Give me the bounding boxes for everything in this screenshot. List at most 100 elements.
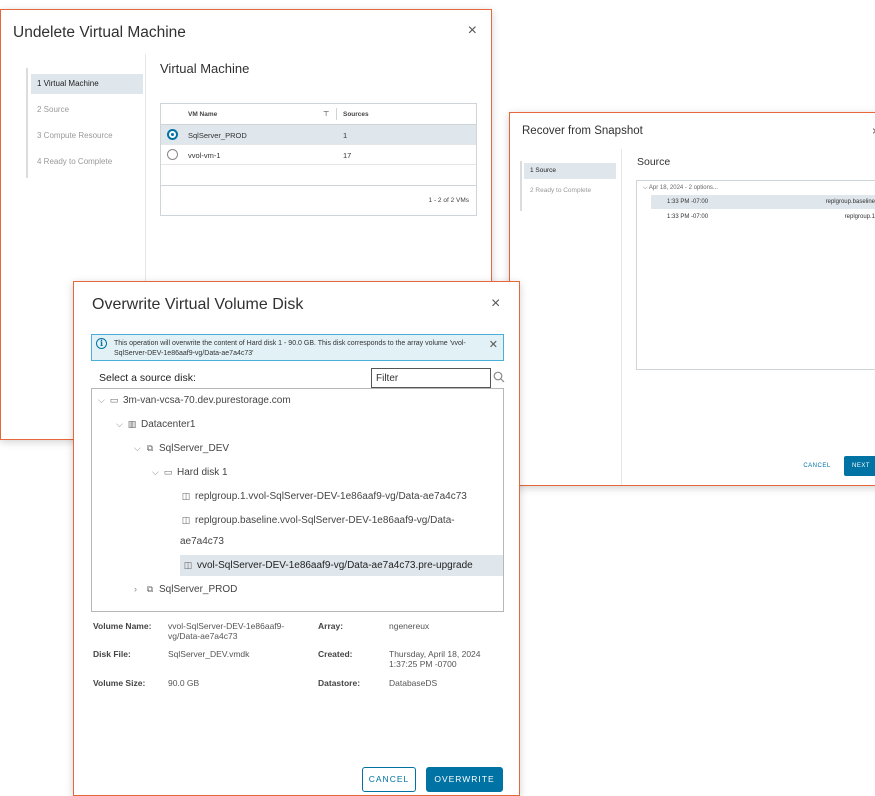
close-icon[interactable]: × xyxy=(468,23,477,39)
tree-node-vm-prod[interactable]: › ⧉ SqlServer_PROD xyxy=(134,580,237,598)
snapshot-group-name: replgroup.1 xyxy=(844,214,875,220)
volume-size-value: 90.0 GB xyxy=(168,678,200,688)
step-ready-to-complete[interactable]: 4 Ready to Complete xyxy=(31,152,143,172)
overwrite-button[interactable]: OVERWRITE xyxy=(426,767,503,792)
chevron-right-icon[interactable]: › xyxy=(134,580,144,598)
snapshot-icon: ◫ xyxy=(181,491,191,501)
snapshot-label: vvol-SqlServer-DEV-1e86aaf9-vg/Data-ae7a… xyxy=(197,560,473,571)
page-heading: Virtual Machine xyxy=(160,61,250,76)
tree-node-datacenter[interactable]: ⌵ ▥ Datacenter1 xyxy=(116,415,195,433)
volume-name-line: vvol-SqlServer-DEV-1e86aaf9- xyxy=(168,621,285,631)
snapshot-row[interactable]: 1:33 PM -07:00 replgroup.1 xyxy=(651,210,875,224)
step-ready-to-complete[interactable]: 2 Ready to Complete xyxy=(524,183,616,199)
volume-name-line: vg/Data-ae7a4c73 xyxy=(168,631,238,641)
chevron-down-icon[interactable]: ⌵ xyxy=(152,463,162,481)
step-source[interactable]: 2 Source xyxy=(31,100,143,120)
snapshot-label: replgroup.1.vvol-SqlServer-DEV-1e86aaf9-… xyxy=(195,491,467,502)
snapshot-row[interactable]: 1:33 PM -07:00 replgroup.baseline xyxy=(651,195,875,209)
alert-close-icon[interactable]: ✕ xyxy=(489,338,498,351)
row-radio[interactable] xyxy=(167,149,178,160)
created-label: Created: xyxy=(318,649,353,659)
array-value: ngenereux xyxy=(389,621,430,631)
chevron-down-icon[interactable]: ⌵ xyxy=(134,439,144,457)
filter-input[interactable] xyxy=(371,368,491,388)
datastore-label: Datastore: xyxy=(318,678,361,688)
datastore-value: DatabaseDS xyxy=(389,678,438,688)
recover-snapshot-dialog: Recover from Snapshot × 1 Source 2 Ready… xyxy=(509,112,875,486)
datacenter-icon: ▥ xyxy=(127,419,137,429)
snapshot-time: 1:33 PM -07:00 xyxy=(667,214,709,220)
info-message: This operation will overwrite the conten… xyxy=(114,340,466,357)
filter-icon[interactable]: ⊤ xyxy=(323,110,329,118)
grid-footer: 1 - 2 of 2 VMs xyxy=(161,185,476,216)
sources-cell: 17 xyxy=(343,151,352,160)
array-label: Array: xyxy=(318,621,344,631)
table-row[interactable]: vvol-vm-1 17 xyxy=(161,145,476,165)
snapshot-group[interactable]: ⌵ Apr 18, 2024 - 2 options... xyxy=(643,185,718,192)
dialog-title: Overwrite Virtual Volume Disk xyxy=(92,296,304,313)
chevron-down-icon[interactable]: ⌵ xyxy=(98,391,108,409)
step-virtual-machine[interactable]: 1 Virtual Machine xyxy=(31,74,143,94)
disk-file-value: SqlServer_DEV.vmdk xyxy=(168,649,250,659)
created-line: 1:37:25 PM -0700 xyxy=(389,659,457,669)
row-radio-selected[interactable] xyxy=(167,129,178,140)
snapshot-label: replgroup.baseline.vvol-SqlServer-DEV-1e… xyxy=(195,515,455,526)
snapshot-icon: ◫ xyxy=(181,515,191,525)
step-compute-resource[interactable]: 3 Compute Resource xyxy=(31,126,143,146)
vm-name-cell: vvol-vm-1 xyxy=(188,151,221,160)
snapshot-group-name: replgroup.baseline xyxy=(825,199,875,205)
hard-disk-icon: ▭ xyxy=(163,467,173,477)
page-heading: Source xyxy=(637,156,671,168)
cancel-button[interactable]: CANCEL xyxy=(800,456,834,476)
dialog-title: Recover from Snapshot xyxy=(522,125,643,137)
snapshot-tree: ⌵ Apr 18, 2024 - 2 options... 1:33 PM -0… xyxy=(636,180,875,370)
overwrite-vvol-disk-dialog: Overwrite Virtual Volume Disk × i This o… xyxy=(73,281,520,796)
tree-node-vcenter[interactable]: ⌵ ▭ 3m-van-vcsa-70.dev.purestorage.com xyxy=(98,391,291,409)
volume-name-value: vvol-SqlServer-DEV-1e86aaf9- vg/Data-ae7… xyxy=(168,621,284,641)
next-button[interactable]: NEXT xyxy=(844,456,875,476)
snapshot-label-continued: ae7a4c73 xyxy=(180,536,224,547)
chevron-down-icon[interactable]: ⌵ xyxy=(116,415,126,433)
created-line: Thursday, April 18, 2024 xyxy=(389,649,481,659)
disk-file-label: Disk File: xyxy=(93,649,131,659)
datacenter-label: Datacenter1 xyxy=(141,419,196,430)
info-icon: i xyxy=(96,338,107,349)
column-header-sources[interactable]: Sources xyxy=(343,111,369,118)
vm-label: SqlServer_DEV xyxy=(159,443,230,454)
cancel-button[interactable]: CANCEL xyxy=(362,767,416,792)
step-source[interactable]: 1 Source xyxy=(524,163,616,179)
snapshot-time: 1:33 PM -07:00 xyxy=(667,199,709,205)
vm-grid: VM Name ⊤ Sources SqlServer_PROD 1 vvol-… xyxy=(160,103,477,216)
tree-node-hard-disk[interactable]: ⌵ ▭ Hard disk 1 xyxy=(152,463,228,481)
vcenter-icon: ▭ xyxy=(109,395,119,405)
column-separator[interactable] xyxy=(336,108,337,120)
table-row[interactable]: SqlServer_PROD 1 xyxy=(161,125,476,145)
wizard-steps: 1 Source 2 Ready to Complete xyxy=(510,149,622,485)
tree-node-vm-dev[interactable]: ⌵ ⧉ SqlServer_DEV xyxy=(134,439,229,457)
tree-leaf-snapshot-selected[interactable]: ◫ vvol-SqlServer-DEV-1e86aaf9-vg/Data-ae7… xyxy=(180,555,503,576)
dialog-title: Undelete Virtual Machine xyxy=(13,24,186,41)
source-disk-tree: ⌵ ▭ 3m-van-vcsa-70.dev.purestorage.com ⌵ ▥ D… xyxy=(91,388,504,612)
sources-cell: 1 xyxy=(343,131,348,140)
tree-leaf-snapshot-continued[interactable]: ae7a4c73 xyxy=(180,533,224,551)
column-header-vm-name[interactable]: VM Name xyxy=(188,111,217,118)
vm-icon: ⧉ xyxy=(146,584,154,594)
vm-name-cell: SqlServer_PROD xyxy=(188,131,247,140)
info-alert: i This operation will overwrite the cont… xyxy=(91,334,504,361)
volume-name-label: Volume Name: xyxy=(93,621,152,631)
snapshot-group-label: Apr 18, 2024 - 2 options... xyxy=(648,185,718,191)
snapshot-icon: ◫ xyxy=(183,560,193,570)
search-icon[interactable] xyxy=(493,371,507,385)
tree-leaf-snapshot[interactable]: ◫ replgroup.baseline.vvol-SqlServer-DEV-1… xyxy=(180,511,455,529)
grid-header: VM Name ⊤ Sources xyxy=(161,104,476,125)
close-icon[interactable]: × xyxy=(491,296,500,312)
created-value: Thursday, April 18, 2024 1:37:25 PM -070… xyxy=(389,649,481,669)
hard-disk-label: Hard disk 1 xyxy=(177,467,228,478)
step-track xyxy=(520,161,522,211)
vm-icon: ⧉ xyxy=(146,443,154,453)
pagination-text: 1 - 2 of 2 VMs xyxy=(428,197,469,204)
step-track xyxy=(26,68,28,178)
tree-leaf-snapshot[interactable]: ◫ replgroup.1.vvol-SqlServer-DEV-1e86aaf9… xyxy=(180,487,467,505)
volume-size-label: Volume Size: xyxy=(93,678,146,688)
select-source-label: Select a source disk: xyxy=(99,372,196,384)
